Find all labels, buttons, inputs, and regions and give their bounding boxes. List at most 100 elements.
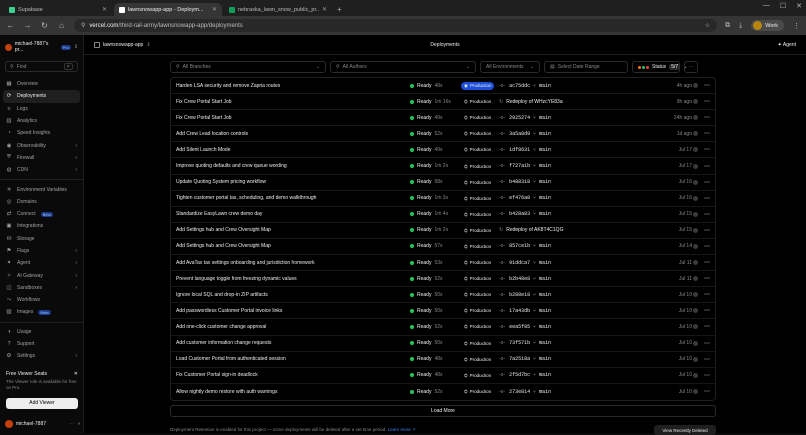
sidebar-item-sandboxes[interactable]: ◫ Sandboxes ›	[0, 282, 83, 294]
commit-message[interactable]: Prevent language toggle from freezing dy…	[176, 276, 297, 282]
row-menu-icon[interactable]: ⋯	[704, 323, 710, 330]
forward-icon[interactable]: →	[23, 21, 32, 30]
deployment-row[interactable]: Allow nightly demo restore with auth war…	[171, 384, 715, 400]
commit-message[interactable]: Harden LSA security and remove Zapria ro…	[176, 83, 280, 89]
deployment-row[interactable]: Load Customer Portal from authenticated …	[171, 352, 715, 368]
home-icon[interactable]: ⌂	[57, 21, 66, 30]
sidebar-item-workflows[interactable]: ⤳ Workflows	[0, 294, 83, 306]
deployment-row[interactable]: Update Quoting System pricing workflow Re…	[171, 175, 715, 191]
commit-sha[interactable]: -o- 91ddca7	[499, 260, 530, 266]
notifications-icon[interactable]: ◐	[78, 421, 81, 427]
branch[interactable]: ⑂ main	[533, 131, 551, 137]
row-menu-icon[interactable]: ⋯	[704, 291, 710, 298]
sidebar-item-usage[interactable]: ◑ Usage	[0, 326, 83, 338]
extensions-icon[interactable]: ⧉	[725, 22, 730, 30]
deployment-row[interactable]: Add passwordless Customer Portal invoice…	[171, 303, 715, 320]
commit-message[interactable]: Add Crew Lead location controls	[176, 131, 248, 137]
sidebar-item-ai-gateway[interactable]: ✧ AI Gateway ›	[0, 269, 83, 281]
deployment-row[interactable]: Tighten customer portal tax, scheduling,…	[171, 191, 715, 207]
branch[interactable]: ⑂ main	[533, 324, 551, 330]
browser-menu-icon[interactable]: ⋮	[793, 22, 800, 30]
profile-button[interactable]: Work	[751, 20, 784, 31]
minimize-icon[interactable]: —	[763, 2, 770, 10]
redeploy-info[interactable]: ↻ Redeploy of AK8T4C1QG	[499, 227, 563, 233]
row-menu-icon[interactable]: ⋯	[704, 275, 710, 282]
branch[interactable]: ⑂ main	[533, 179, 551, 185]
environments-filter[interactable]: All Environments ⌄	[480, 61, 540, 73]
row-menu-icon[interactable]: ⋯	[704, 179, 710, 186]
commit-message[interactable]: Improve quoting defaults and crew queue …	[176, 163, 287, 169]
deployment-row[interactable]: Add AvaTax tax settings onboarding and j…	[171, 255, 715, 272]
commit-message[interactable]: Add Settings hub and Crew Oversight Map	[176, 243, 271, 249]
commit-sha[interactable]: -o- 7a2518a	[499, 356, 530, 362]
branch[interactable]: ⑂ main	[533, 243, 551, 249]
date-range-filter[interactable]: ▤ Select Date Range	[544, 61, 628, 73]
redeploy-info[interactable]: ↻ Redeploy of WHzcYE83a	[499, 99, 563, 105]
sidebar-item-logs[interactable]: ≡ Logs	[0, 103, 83, 115]
deployment-row[interactable]: Standardize EasyLawn crew demo day Ready 1…	[171, 207, 715, 223]
row-menu-icon[interactable]: ⋯	[704, 340, 710, 347]
sidebar-item-overview[interactable]: ▦ Overview	[0, 78, 83, 90]
row-menu-icon[interactable]: ⋯	[704, 372, 710, 379]
branch[interactable]: ⑂ main	[533, 356, 551, 362]
branch[interactable]: ⑂ main	[533, 260, 551, 266]
row-menu-icon[interactable]: ⋯	[704, 98, 710, 105]
load-more-button[interactable]: Load More	[170, 405, 716, 417]
close-icon[interactable]: ✕	[74, 371, 78, 377]
deployment-row[interactable]: Add one-click customer change approval Re…	[171, 319, 715, 336]
row-menu-icon[interactable]: ⋯	[704, 388, 710, 395]
address-bar[interactable]: ⚲ vercel.com/third-rail-army/lawnsnowapp…	[74, 19, 718, 32]
branch[interactable]: ⑂ main	[533, 147, 551, 153]
commit-message[interactable]: Tighten customer portal tax, scheduling,…	[176, 195, 316, 201]
commit-sha[interactable]: -o- 857ce1b	[499, 243, 530, 249]
more-icon[interactable]: ⋯	[69, 421, 74, 427]
browser-tab[interactable]: lawnsnowapp-app - Deploym... ✕	[114, 3, 222, 16]
sidebar-item-connect[interactable]: ⇄ Connect Beta	[0, 208, 83, 220]
commit-message[interactable]: Add one-click customer change approval	[176, 324, 266, 330]
browser-tab[interactable]: nebraska_lawn_snow_public_pr... ✕	[224, 3, 332, 16]
sidebar-item-environment-variables[interactable]: ✳ Environment Variables	[0, 183, 83, 195]
commit-sha[interactable]: -o-ac75ddc	[499, 83, 530, 89]
new-tab-icon[interactable]: +	[337, 5, 342, 14]
sidebar-item-domains[interactable]: ◎ Domains	[0, 196, 83, 208]
deployment-row[interactable]: Add customer information change requests…	[171, 336, 715, 352]
branch[interactable]: ⑂ main	[533, 211, 551, 217]
view-recently-deleted-button[interactable]: View Recently Deleted	[654, 425, 716, 435]
branch[interactable]: ⑂ main	[533, 163, 551, 169]
sidebar-item-deployments[interactable]: ⟳ Deployments	[3, 90, 80, 103]
commit-message[interactable]: Fix Crew Portal Start Job	[176, 115, 232, 121]
user-menu[interactable]: michael-7887 ⋯ ◐	[5, 420, 81, 428]
deployment-row[interactable]: Fix Crew Portal Start Job Ready 49s ⛭ Produc…	[171, 110, 715, 127]
close-tab-icon[interactable]: ✕	[212, 6, 217, 13]
more-filters-button[interactable]: ⋯	[684, 61, 698, 73]
find-input[interactable]: ⚲ Find F	[5, 61, 78, 72]
commit-message[interactable]: Allow nightly demo restore with auth war…	[176, 389, 277, 395]
row-menu-icon[interactable]: ⋯	[704, 243, 710, 250]
sidebar-item-firewall[interactable]: ⛨ Firewall ›	[0, 152, 83, 164]
sidebar-item-settings[interactable]: ⚙ Settings ›	[0, 350, 83, 362]
deployment-row[interactable]: Improve quoting defaults and crew queue …	[171, 158, 715, 175]
sidebar-item-agent[interactable]: ✦ Agent ›	[0, 257, 83, 269]
commit-sha[interactable]: -o- 2f5d7bc	[499, 372, 530, 378]
branch[interactable]: ⑂ main	[533, 115, 551, 121]
row-menu-icon[interactable]: ⋯	[704, 163, 710, 170]
reload-icon[interactable]: ↻	[40, 21, 49, 30]
commit-sha[interactable]: -o-f727a1b	[499, 163, 530, 169]
close-tab-icon[interactable]: ✕	[102, 6, 107, 13]
commit-sha[interactable]: -o-eea5f85	[499, 324, 530, 330]
commit-message[interactable]: Add AvaTax tax settings onboarding and j…	[176, 260, 315, 266]
commit-sha[interactable]: -o-b2b48e8	[499, 276, 530, 282]
browser-tab[interactable]: Supabase ✕	[4, 3, 112, 16]
back-icon[interactable]: ←	[6, 21, 15, 30]
row-menu-icon[interactable]: ⋯	[704, 82, 710, 89]
commit-message[interactable]: Load Customer Portal from authenticated …	[176, 356, 286, 362]
row-menu-icon[interactable]: ⋯	[704, 227, 710, 234]
maximize-icon[interactable]: ☐	[780, 2, 786, 10]
deployment-row[interactable]: Add Settings hub and Crew Oversight Map R…	[171, 223, 715, 239]
deployment-row[interactable]: Harden LSA security and remove Zapria ro…	[171, 78, 715, 95]
row-menu-icon[interactable]: ⋯	[704, 195, 710, 202]
commit-sha[interactable]: -o- 73f571b	[499, 340, 530, 346]
commit-message[interactable]: Update Quoting System pricing workflow	[176, 179, 266, 185]
branch[interactable]: ⑂ main	[533, 372, 551, 378]
commit-message[interactable]: Fix Customer Portal sign-in deadlock	[176, 372, 258, 378]
